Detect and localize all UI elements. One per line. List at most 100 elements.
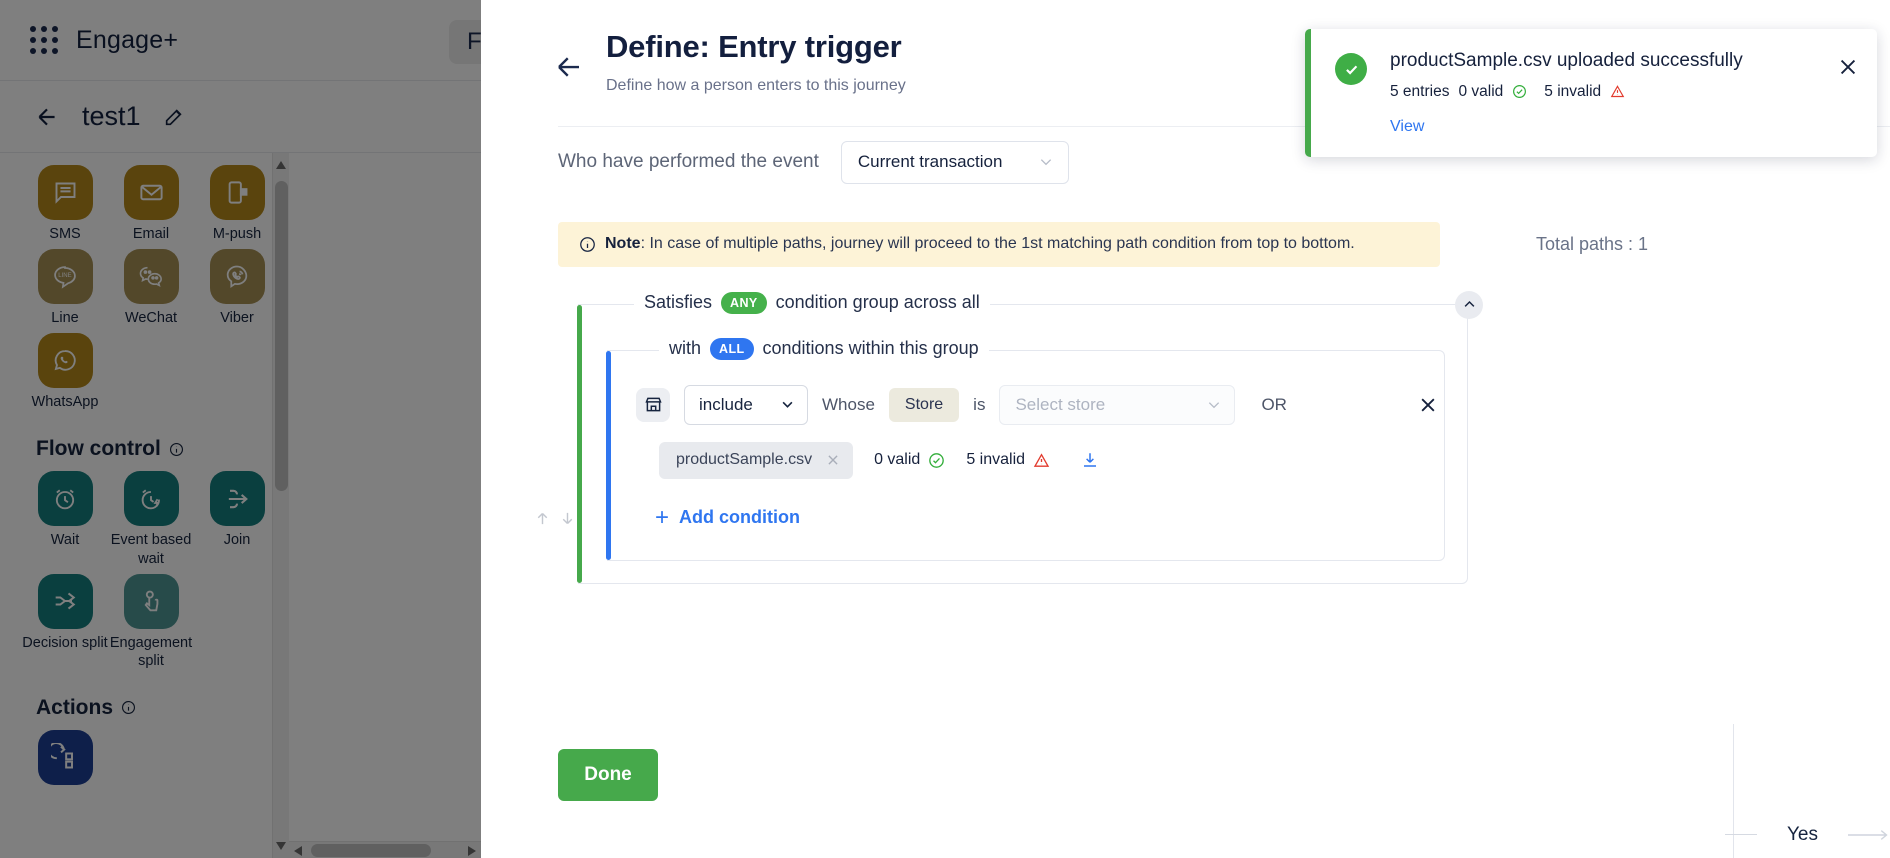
- invalid-count-text: 5 invalid: [966, 451, 1026, 469]
- update-record-icon: [37, 729, 93, 785]
- add-condition-button[interactable]: + Add condition: [607, 503, 1444, 531]
- page-title: Define: Entry trigger: [606, 29, 902, 64]
- alarm-bolt-icon: [123, 471, 179, 527]
- palette-node-engagement-split[interactable]: Engagement split: [108, 573, 194, 670]
- palette-node-mpush[interactable]: M-push: [194, 165, 280, 243]
- palette-node-update-record[interactable]: [22, 729, 108, 785]
- scroll-up-arrow[interactable]: [276, 161, 286, 169]
- add-condition-label: Add condition: [679, 507, 800, 528]
- legend-prefix: with: [669, 338, 702, 359]
- arrow-left-icon[interactable]: [34, 104, 60, 130]
- plus-icon: +: [655, 503, 670, 531]
- page-subtitle: Define how a person enters to this journ…: [606, 76, 906, 94]
- yes-branch: Yes: [1725, 824, 1890, 846]
- toast-invalid: 5 invalid: [1544, 82, 1602, 100]
- info-icon[interactable]: [169, 442, 184, 457]
- info-circle-icon: [580, 236, 595, 252]
- note-bold: Note: [605, 235, 641, 253]
- palette-node-join[interactable]: Join: [194, 471, 280, 567]
- scroll-left-arrow[interactable]: [294, 846, 302, 856]
- scroll-down-arrow[interactable]: [276, 842, 286, 850]
- palette-node-wait[interactable]: Wait: [22, 471, 108, 567]
- apps-grid-icon[interactable]: [30, 26, 58, 54]
- event-select[interactable]: Current transaction: [840, 140, 1069, 184]
- condition-group-inner: with ALL conditions within this group in…: [606, 337, 1445, 561]
- operator-select[interactable]: include: [684, 384, 808, 425]
- arrow-right-icon: [1848, 829, 1888, 840]
- palette-node-label: Engagement split: [109, 634, 193, 669]
- palette-node-whatsapp[interactable]: WhatsApp: [22, 333, 108, 411]
- legend-suffix: conditions within this group: [762, 338, 979, 359]
- palette-vertical-scrollbar[interactable]: [272, 153, 289, 858]
- store-value-placeholder: Select store: [1015, 394, 1106, 414]
- info-icon[interactable]: [121, 700, 136, 715]
- sms-icon: [37, 165, 93, 220]
- outer-group-legend: Satisfies ANY condition group across all: [634, 291, 990, 314]
- palette-node-decision-split[interactable]: Decision split: [22, 573, 108, 670]
- actions-node-grid: [0, 729, 340, 791]
- alarm-clock-icon: [37, 471, 93, 527]
- store-value-select[interactable]: Select store: [999, 384, 1236, 425]
- palette-node-label: WeChat: [124, 310, 178, 327]
- palette-node-label: Event based wait: [110, 532, 192, 567]
- node-palette[interactable]: SMS Email M-push LINE Line WeChat Viber …: [0, 153, 340, 858]
- file-chip[interactable]: productSample.csv: [659, 441, 854, 479]
- wechat-icon: [123, 249, 179, 305]
- close-icon[interactable]: [1837, 56, 1859, 78]
- download-icon[interactable]: [1081, 451, 1099, 469]
- done-button[interactable]: Done: [558, 749, 658, 801]
- palette-node-line[interactable]: LINE Line: [22, 249, 108, 327]
- arrow-down-icon[interactable]: [559, 509, 576, 528]
- split-arrows-icon: [37, 573, 93, 629]
- canvas-horizontal-scrollbar[interactable]: [289, 841, 481, 858]
- attribute-pill[interactable]: Store: [888, 387, 960, 422]
- condition-group-outer: Satisfies ANY condition group across all…: [577, 290, 1483, 584]
- inner-group-legend: with ALL conditions within this group: [659, 337, 989, 360]
- remove-condition-icon[interactable]: [1418, 395, 1438, 415]
- pencil-icon[interactable]: [163, 106, 185, 128]
- note-text: Note: In case of multiple paths, journey…: [605, 235, 1355, 253]
- condition-row: include Whose Store is Select store OR: [607, 384, 1444, 425]
- note-body: : In case of multiple paths, journey wil…: [640, 235, 1355, 253]
- note-banner: Note: In case of multiple paths, journey…: [558, 221, 1440, 267]
- palette-node-viber[interactable]: Viber: [194, 249, 280, 327]
- mobile-push-icon: [209, 165, 265, 220]
- chevron-down-icon: [1209, 401, 1220, 409]
- tap-hand-icon: [123, 573, 179, 629]
- collapse-group-button[interactable]: [1455, 290, 1483, 319]
- warning-triangle-icon: [1610, 85, 1625, 98]
- chevron-down-icon: [1040, 159, 1052, 166]
- palette-node-label: Join: [223, 532, 251, 549]
- close-icon[interactable]: [826, 453, 840, 467]
- scroll-right-arrow[interactable]: [468, 846, 476, 856]
- palette-node-event-based-wait[interactable]: Event based wait: [108, 471, 194, 567]
- flow-control-node-grid: Wait Event based wait Join Decision spli…: [0, 471, 340, 676]
- toast-view-link[interactable]: View: [1390, 118, 1837, 136]
- any-badge[interactable]: ANY: [721, 291, 767, 314]
- palette-node-sms[interactable]: SMS: [22, 165, 108, 243]
- section-title: Actions: [36, 695, 114, 719]
- all-badge[interactable]: ALL: [710, 337, 754, 360]
- arrow-up-icon[interactable]: [534, 509, 551, 528]
- scrollbar-thumb[interactable]: [311, 844, 431, 857]
- toast-stats: 5 entries 0 valid 5 invalid: [1390, 83, 1837, 101]
- is-label: is: [973, 394, 986, 414]
- toast-valid: 0 valid: [1458, 82, 1504, 100]
- palette-node-wechat[interactable]: WeChat: [108, 249, 194, 327]
- file-name: productSample.csv: [676, 451, 813, 469]
- or-label: OR: [1261, 394, 1287, 414]
- store-icon: [636, 387, 670, 422]
- arrow-left-icon[interactable]: [554, 52, 584, 82]
- group-accent-bar: [577, 304, 582, 583]
- scrollbar-thumb[interactable]: [275, 181, 288, 491]
- whatsapp-icon: [37, 333, 93, 389]
- brand-title: Engage+: [76, 25, 179, 54]
- canvas-area: [340, 153, 481, 858]
- valid-count: 0 valid: [874, 451, 945, 469]
- palette-node-label: Decision split: [22, 634, 108, 651]
- palette-node-email[interactable]: Email: [108, 165, 194, 243]
- palette-node-label: Viber: [220, 310, 254, 327]
- svg-text:LINE: LINE: [58, 273, 71, 279]
- section-header-flow-control: Flow control: [0, 437, 340, 461]
- uploaded-file-row: productSample.csv 0 valid 5 invalid: [607, 441, 1444, 479]
